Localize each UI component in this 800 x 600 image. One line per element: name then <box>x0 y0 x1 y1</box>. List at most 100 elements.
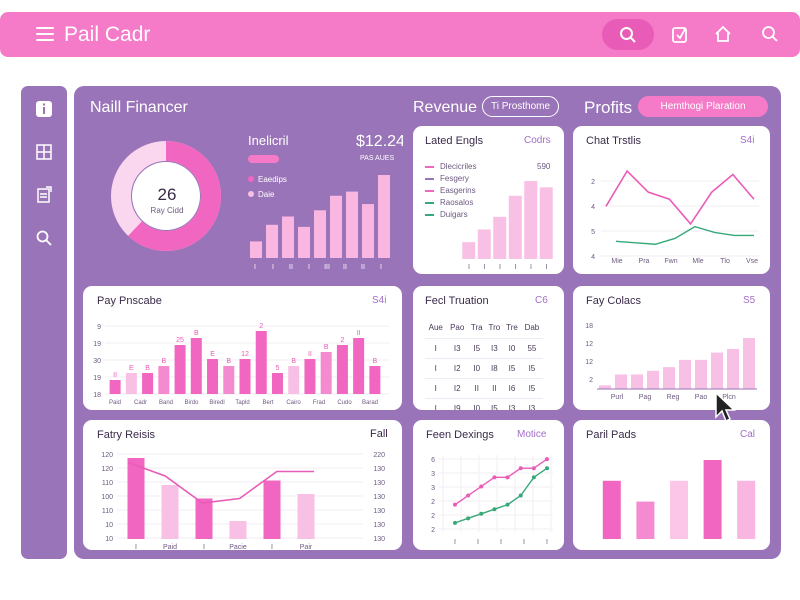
pay-collect-bar-chart: 1812122Purl Pag Reg Pao Plcn <box>585 323 757 401</box>
pay-process-bar <box>353 338 365 394</box>
table-cell: I3 <box>485 337 504 358</box>
table-row[interactable]: I I2 II II I6 I5 <box>425 377 543 398</box>
latest-bar <box>524 181 538 259</box>
feed-title: Fecl Truation <box>425 295 489 307</box>
x-tick-label: I <box>468 264 470 271</box>
y-tick-label-right: 130 <box>373 480 385 487</box>
y-tick-label: 110 <box>102 480 113 487</box>
overview-bar-chart: I I II I III II II I <box>250 175 390 271</box>
revenue-label: Revenue <box>413 99 478 116</box>
x-tick-label: Biredl <box>209 400 224 406</box>
donut-value: 26 <box>157 185 177 204</box>
feed-action[interactable]: C6 <box>535 295 548 306</box>
table-cell: I3 <box>520 397 543 410</box>
pay-process-card: Pay Pnscabe S4i 9 19 30 19 18 II E B B 25 B E B 12 2 5 B… <box>83 286 402 410</box>
search-button[interactable] <box>602 19 654 50</box>
x-tick-label: Vse <box>746 258 758 265</box>
latest-bar <box>508 195 522 259</box>
data-label: B <box>324 344 329 351</box>
x-tick-label: I <box>135 544 137 550</box>
pay-process-bar <box>125 373 137 394</box>
x-tick-label: Pag <box>639 394 652 401</box>
feeding-line-chart: 6 3 3 2 2 2 I I I I I <box>431 455 553 546</box>
x-tick-label: I <box>272 264 274 271</box>
table-cell: II <box>485 377 504 398</box>
overview-bar <box>250 241 262 258</box>
x-tick-label: Tapld <box>235 400 249 406</box>
x-tick-label: I <box>499 264 501 271</box>
x-tick-label: I <box>477 539 479 546</box>
mouse-cursor-icon <box>715 391 736 423</box>
data-label: E <box>129 365 134 372</box>
feed-card: Fecl Truation C6 Aue Pao Tra Tro Tre Dab… <box>413 286 564 410</box>
y-tick-label: 110 <box>102 508 113 515</box>
document-icon <box>37 186 52 203</box>
sidebar-item-document[interactable] <box>32 183 56 207</box>
table-cell: I3 <box>446 337 468 358</box>
y-tick-label: 4 <box>591 254 595 261</box>
search-button-2[interactable] <box>757 21 783 47</box>
clipboard-button[interactable] <box>667 21 693 47</box>
y-tick-label: 120 <box>101 452 113 459</box>
pay-process-bar <box>223 366 235 394</box>
table-row[interactable]: I I3 I5 I3 I0 55 <box>425 337 543 358</box>
y-tick-label-right: 130 <box>373 494 385 501</box>
profits-pill[interactable]: Hemthogi Plaration <box>638 96 768 117</box>
table-cell: I2 <box>446 357 468 378</box>
sidebar-item-info[interactable] <box>32 97 56 121</box>
party-bar <box>263 480 281 539</box>
pay-process-bar <box>158 366 170 394</box>
home-button[interactable] <box>710 21 736 47</box>
x-tick-label: Cadr <box>134 400 147 406</box>
x-tick-label: Band <box>159 400 173 406</box>
data-label: II <box>357 330 361 337</box>
x-tick-label: Pao <box>695 394 708 401</box>
latest-bar <box>539 187 553 259</box>
x-tick-label: Pra <box>639 258 650 265</box>
data-point <box>518 493 523 498</box>
y-tick-label: 2 <box>431 513 435 520</box>
data-point <box>479 484 484 489</box>
x-tick-label: I <box>546 539 548 546</box>
y-tick-label: 19 <box>93 341 101 348</box>
y-tick-label: 120 <box>101 466 113 473</box>
x-tick-label: I <box>254 264 256 271</box>
pay-collect-bar <box>727 348 739 389</box>
party-bar <box>297 494 315 539</box>
page-title: Naill Financer <box>90 99 188 116</box>
table-row[interactable]: I I2 I0 I8 I5 I5 <box>425 357 543 378</box>
x-tick-label: I <box>546 264 548 271</box>
top-bar: Pail Cadr <box>0 12 800 57</box>
data-point <box>505 502 510 507</box>
x-tick-label: II <box>343 264 347 271</box>
sidebar-item-search[interactable] <box>32 226 56 250</box>
data-point <box>479 511 484 516</box>
x-tick-label: Tlo <box>720 258 730 265</box>
pay-collect-bar <box>679 359 691 389</box>
x-tick-label: Birdo <box>184 400 199 406</box>
revenue-pill[interactable]: Ti Prosthome <box>482 96 559 117</box>
overview-bar <box>346 191 358 258</box>
table-cell: 55 <box>520 337 543 358</box>
pay-process-bar <box>369 366 381 394</box>
data-point <box>453 502 457 507</box>
pay-process-bar <box>109 380 121 394</box>
menu-icon[interactable] <box>36 25 54 43</box>
column-header: Pao <box>450 323 465 333</box>
party-bar <box>161 485 179 539</box>
table-row[interactable]: I I9 I0 I5 I3 I3 <box>425 397 543 410</box>
y-tick-label: 3 <box>431 471 435 478</box>
data-label: E <box>210 351 215 358</box>
x-tick-label: I <box>308 264 310 271</box>
paid-bar <box>703 460 722 539</box>
sidebar-item-grid[interactable] <box>32 140 56 164</box>
paid-bar <box>737 480 756 539</box>
overview-bar <box>314 210 326 258</box>
overview-bar <box>362 204 374 258</box>
pay-process-bar <box>320 352 332 394</box>
party-card: Fatry Reisis Fall 120 120 110 100 110 10 10 220… <box>83 420 402 550</box>
latest-bar <box>462 242 476 259</box>
pay-process-bar <box>207 359 219 394</box>
data-point <box>466 516 471 521</box>
grid-icon <box>36 144 52 160</box>
